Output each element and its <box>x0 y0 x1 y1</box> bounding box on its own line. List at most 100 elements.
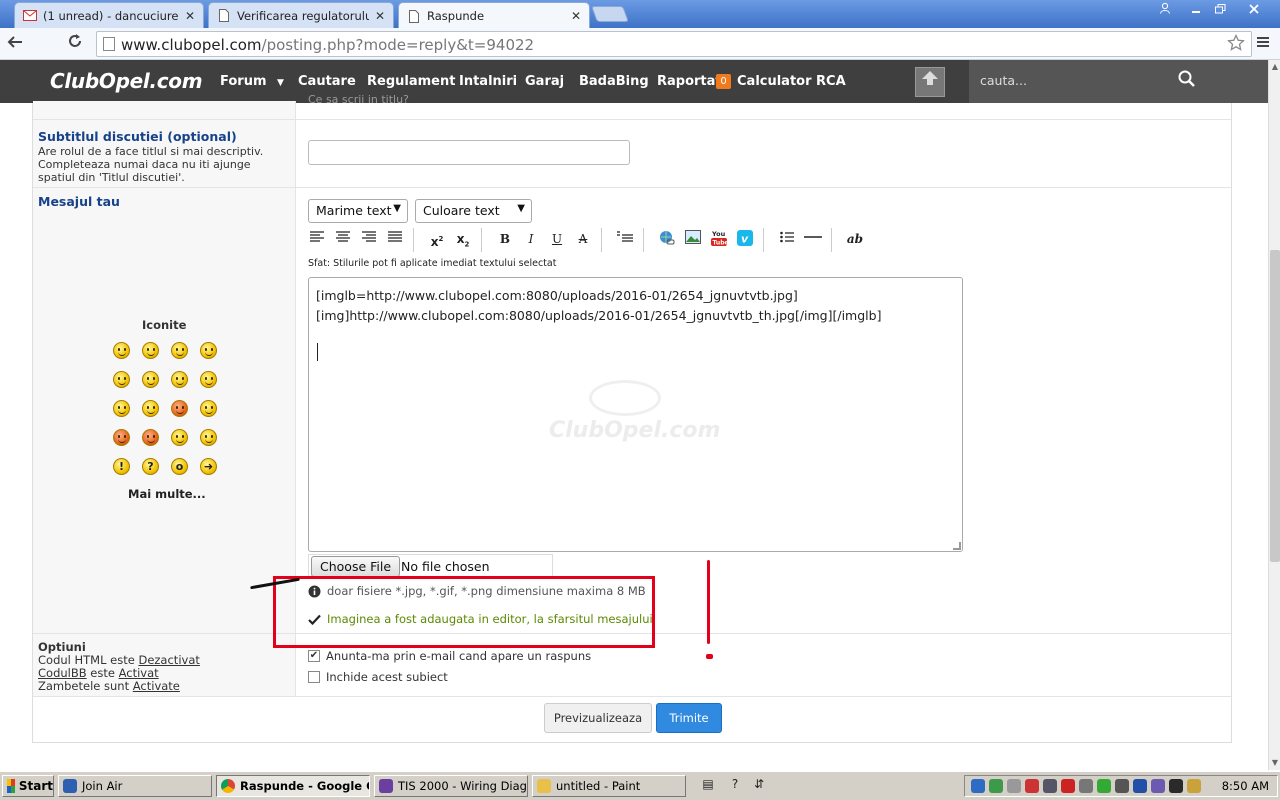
keyboard-icon[interactable]: ▤ <box>700 777 716 793</box>
start-button[interactable]: Start <box>2 775 54 797</box>
usb-icon[interactable] <box>1079 779 1093 793</box>
image-icon[interactable] <box>684 230 702 248</box>
close-icon[interactable]: ✕ <box>375 9 385 23</box>
task-join-air[interactable]: Join Air <box>58 775 212 797</box>
lock-option[interactable]: Inchide acest subiect <box>308 670 448 684</box>
close-icon[interactable]: ✕ <box>185 9 195 23</box>
help-icon[interactable]: ? <box>727 777 743 793</box>
idea-emoticon-icon[interactable]: o <box>171 458 188 475</box>
font-size-select[interactable]: Marime text ▼ <box>308 199 408 223</box>
align-center-icon[interactable] <box>334 230 352 248</box>
arrow-emoticon-icon[interactable]: ➜ <box>200 458 217 475</box>
speaker-icon[interactable] <box>1007 779 1021 793</box>
emoticon-icon[interactable] <box>171 371 188 388</box>
vimeo-icon[interactable]: v <box>736 230 754 248</box>
app-tray-icon[interactable] <box>1169 779 1183 793</box>
lock-checkbox[interactable] <box>308 671 320 683</box>
file-upload[interactable]: Choose File No file chosen <box>308 554 553 578</box>
bookmark-star-icon[interactable] <box>1227 33 1245 57</box>
tab-gmail[interactable]: (1 unread) - dancuciureanu - ✕ <box>14 2 204 28</box>
window-close-icon[interactable] <box>1242 2 1266 18</box>
tab-raspunde[interactable]: Raspunde ✕ <box>398 2 590 29</box>
chrome-menu-icon[interactable] <box>1256 34 1270 53</box>
subtitle-input[interactable] <box>308 140 630 165</box>
search-input[interactable]: cauta... <box>980 73 1027 88</box>
task-tis2000[interactable]: TIS 2000 - Wiring Diagr... <box>374 775 528 797</box>
search-icon[interactable] <box>1177 69 1197 89</box>
emoticon-icon[interactable] <box>171 342 188 359</box>
page-scrollbar[interactable]: ▲ ▼ <box>1268 60 1280 770</box>
bbcode-status-link[interactable]: Activat <box>119 666 159 680</box>
nav-forum[interactable]: Forum ▼ <box>220 74 284 89</box>
html-status-link[interactable]: Dezactivat <box>138 653 199 667</box>
emoticon-icon[interactable] <box>113 342 130 359</box>
emoticon-icon[interactable] <box>200 429 217 446</box>
app-tray-icon[interactable] <box>1133 779 1147 793</box>
scrollbar-thumb[interactable] <box>1270 250 1280 562</box>
reload-icon[interactable] <box>64 33 86 55</box>
shield-icon[interactable] <box>989 779 1003 793</box>
emoticon-icon[interactable] <box>171 400 188 417</box>
nav-calculator-rca[interactable]: Calculator RCA <box>737 74 846 89</box>
italic-icon[interactable]: I <box>522 230 540 248</box>
scroll-down-icon[interactable]: ▼ <box>1269 758 1280 767</box>
emoticon-icon[interactable] <box>142 429 159 446</box>
emoticon-icon[interactable] <box>200 400 217 417</box>
app-tray-icon[interactable] <box>1187 779 1201 793</box>
connection-icon[interactable] <box>1115 779 1129 793</box>
emoticon-icon[interactable] <box>113 429 130 446</box>
bbcode-link[interactable]: CodulBB <box>38 666 87 680</box>
emoticon-icon[interactable] <box>113 371 130 388</box>
strikethrough-icon[interactable]: A <box>574 230 592 248</box>
nav-cautare[interactable]: Cautare <box>298 74 356 89</box>
security-icon[interactable] <box>1061 779 1075 793</box>
choose-file-button[interactable]: Choose File <box>311 556 401 577</box>
bold-icon[interactable]: B <box>496 230 514 248</box>
emoticon-icon[interactable] <box>142 342 159 359</box>
notify-checkbox[interactable]: ✔ <box>308 650 320 662</box>
submit-button[interactable]: Trimite <box>656 703 722 733</box>
link-icon[interactable] <box>658 230 676 248</box>
smilies-status-link[interactable]: Activate <box>133 679 180 693</box>
tab-verificarea[interactable]: Verificarea regulatorului de te ✕ <box>208 2 394 28</box>
align-right-icon[interactable] <box>360 230 378 248</box>
superscript-icon[interactable]: x2 <box>428 230 446 249</box>
align-left-icon[interactable] <box>308 230 326 248</box>
nav-regulament[interactable]: Regulament <box>367 74 455 89</box>
nav-garaj[interactable]: Garaj <box>525 74 564 89</box>
preview-button[interactable]: Previzualizeaza <box>544 703 652 733</box>
emoticon-icon[interactable] <box>171 429 188 446</box>
site-search[interactable]: cauta... <box>969 60 1268 103</box>
app-tray-icon[interactable] <box>1151 779 1165 793</box>
nav-badabing[interactable]: BadaBing <box>579 74 649 89</box>
subscript-icon[interactable]: x2 <box>454 230 472 248</box>
language-icon[interactable]: ⇵ <box>751 777 767 793</box>
horizontal-rule-icon[interactable] <box>804 230 822 248</box>
remove-format-icon[interactable]: ab <box>846 230 864 248</box>
network-icon[interactable] <box>971 779 985 793</box>
emoticon-icon[interactable] <box>200 342 217 359</box>
scroll-up-icon[interactable]: ▲ <box>1269 62 1280 71</box>
more-emoticons-link[interactable]: Mai multe... <box>128 487 206 501</box>
update-icon[interactable] <box>1097 779 1111 793</box>
question-emoticon-icon[interactable]: ? <box>142 458 159 475</box>
emoticon-icon[interactable] <box>200 371 217 388</box>
task-paint[interactable]: untitled - Paint <box>532 775 686 797</box>
url-field[interactable]: www.clubopel.com/posting.php?mode=reply&… <box>96 31 1252 57</box>
notify-option[interactable]: ✔ Anunta-ma prin e-mail cand apare un ra… <box>308 649 591 663</box>
underline-icon[interactable]: U <box>548 230 566 248</box>
bulleted-list-icon[interactable] <box>778 230 796 248</box>
close-icon[interactable]: ✕ <box>571 9 581 23</box>
emoticon-icon[interactable] <box>113 400 130 417</box>
message-textarea[interactable]: ClubOpel.com [imglb=http://www.clubopel.… <box>308 277 963 552</box>
monitor-icon[interactable] <box>1043 779 1057 793</box>
antivirus-icon[interactable] <box>1025 779 1039 793</box>
nav-intalniri[interactable]: Intalniri <box>459 74 517 89</box>
back-icon[interactable] <box>4 33 26 55</box>
font-color-select[interactable]: Culoare text ▼ <box>415 199 532 223</box>
restore-icon[interactable] <box>1208 2 1232 18</box>
exclamation-emoticon-icon[interactable]: ! <box>113 458 130 475</box>
profile-icon[interactable] <box>1153 2 1177 18</box>
minimize-icon[interactable] <box>1184 2 1208 18</box>
youtube-icon[interactable]: You Tube <box>710 229 729 247</box>
